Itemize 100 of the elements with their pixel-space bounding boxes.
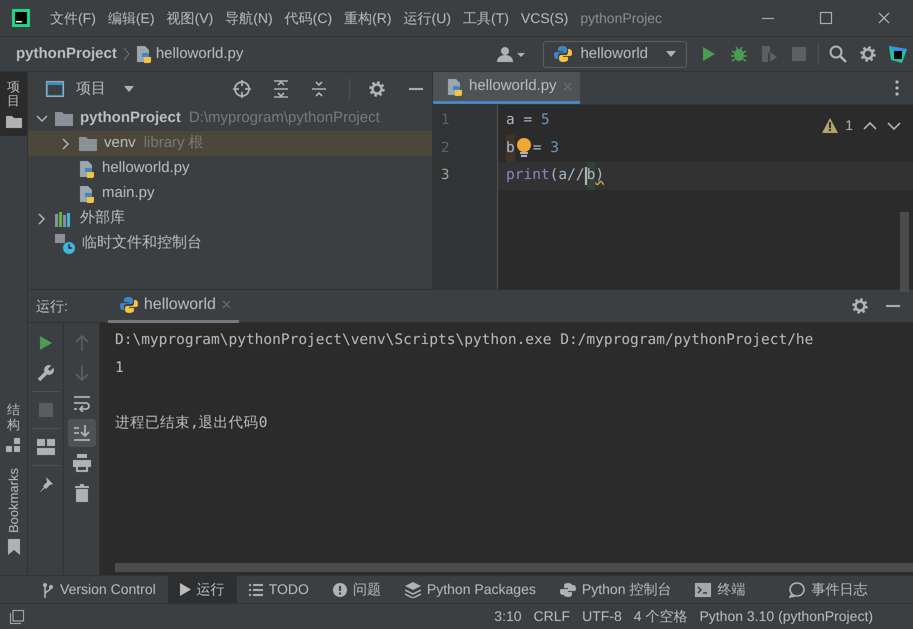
pin-icon[interactable] bbox=[36, 475, 54, 493]
toolbox-icon[interactable] bbox=[888, 44, 908, 64]
chevron-right-icon[interactable] bbox=[36, 212, 48, 224]
warning-icon[interactable] bbox=[822, 118, 838, 133]
tool-window-tab[interactable]: 结构 bbox=[0, 395, 27, 460]
menu-item[interactable]: 运行(U) bbox=[398, 8, 457, 28]
status-item[interactable]: 4 个空格 bbox=[628, 606, 694, 627]
python-file-icon bbox=[136, 45, 152, 63]
debug-icon[interactable] bbox=[730, 45, 748, 63]
menu-item[interactable]: 工具(T) bbox=[456, 8, 515, 28]
settings-icon[interactable] bbox=[859, 45, 877, 63]
tree-item[interactable]: pythonProject D:\myprogram\pythonProject bbox=[28, 106, 432, 131]
code-line: a = 5 bbox=[506, 111, 550, 130]
caret-icon bbox=[666, 51, 676, 57]
speech-bubble-icon bbox=[789, 582, 806, 598]
user-icon[interactable] bbox=[495, 45, 526, 63]
trash-icon[interactable] bbox=[74, 484, 88, 502]
warnings-indicator[interactable]: 1 bbox=[822, 115, 853, 136]
previous-icon[interactable] bbox=[863, 120, 877, 130]
status-item[interactable]: CRLF bbox=[528, 606, 576, 627]
run-icon[interactable] bbox=[38, 335, 52, 351]
tool-tab[interactable]: 终端 bbox=[683, 576, 758, 604]
locate-icon[interactable] bbox=[233, 80, 251, 98]
menu-item[interactable]: 编辑(E) bbox=[102, 8, 161, 28]
chevron-icon bbox=[122, 47, 130, 61]
bookmark-icon bbox=[6, 539, 20, 555]
tree-item[interactable]: main.py bbox=[28, 181, 432, 206]
console-line: 进程已结束,退出代码0 bbox=[115, 414, 268, 432]
tool-tab[interactable]: 问题 bbox=[320, 576, 393, 604]
panel-title[interactable]: 项目 bbox=[76, 78, 106, 100]
folder-icon bbox=[6, 114, 22, 128]
lightbulb-icon[interactable] bbox=[514, 137, 533, 160]
window-icon[interactable] bbox=[46, 81, 64, 97]
search-icon[interactable] bbox=[829, 45, 847, 63]
python-file-icon bbox=[447, 78, 463, 96]
print-icon[interactable] bbox=[72, 454, 90, 472]
app-logo-icon bbox=[12, 9, 30, 27]
tree-item[interactable]: helloworld.py bbox=[28, 156, 432, 181]
maximize-icon[interactable] bbox=[820, 12, 832, 24]
toolbar-toggle[interactable] bbox=[68, 419, 96, 447]
breadcrumb-item[interactable]: pythonProject bbox=[16, 42, 117, 66]
collapse-all-icon[interactable] bbox=[311, 80, 327, 98]
scratch-icon bbox=[55, 234, 75, 254]
more-icon[interactable] bbox=[895, 80, 899, 96]
python-file-icon bbox=[79, 184, 95, 202]
alert-icon bbox=[332, 582, 347, 596]
scroll-to-end-icon[interactable] bbox=[72, 424, 90, 442]
expand-all-icon[interactable] bbox=[273, 80, 289, 98]
play-icon bbox=[180, 583, 191, 596]
code-line: print(a//b) bbox=[506, 162, 604, 190]
close-icon[interactable] bbox=[878, 12, 890, 24]
run-configuration-dropdown[interactable]: helloworld bbox=[543, 40, 687, 68]
tool-tab[interactable]: Python Packages bbox=[392, 576, 548, 604]
menu-item[interactable]: 文件(F) bbox=[44, 8, 102, 28]
editor-tab[interactable]: helloworld.py bbox=[433, 72, 580, 104]
window-title: pythonProjec bbox=[579, 8, 664, 28]
chevron-right-icon[interactable] bbox=[60, 138, 72, 150]
soft-wrap-icon[interactable] bbox=[72, 394, 90, 412]
branch-icon bbox=[42, 582, 54, 598]
panels-icon[interactable] bbox=[10, 610, 24, 624]
tool-tab[interactable]: Version Control bbox=[30, 576, 168, 604]
status-item[interactable]: 3:10 bbox=[488, 606, 528, 627]
status-item[interactable]: Python 3.10 (pythonProject) bbox=[693, 606, 879, 627]
tree-item[interactable]: 外部库 bbox=[28, 206, 432, 231]
python-file-icon bbox=[79, 160, 95, 178]
tree-item[interactable]: 临时文件和控制台 bbox=[28, 231, 432, 256]
tool-window-tab[interactable]: 项目 bbox=[0, 72, 27, 136]
settings-icon[interactable] bbox=[368, 80, 386, 98]
terminal-icon bbox=[695, 582, 712, 596]
menu-item[interactable]: 视图(V) bbox=[160, 8, 220, 28]
folder-icon bbox=[55, 111, 73, 126]
structure-icon bbox=[6, 438, 22, 452]
scrollbar[interactable] bbox=[115, 563, 913, 572]
breadcrumb-item[interactable]: helloworld.py bbox=[156, 42, 244, 66]
menu-item[interactable]: 导航(N) bbox=[219, 8, 279, 28]
code-line: b = 3 bbox=[506, 134, 559, 162]
tool-tab[interactable]: 事件日志 bbox=[777, 576, 880, 604]
scrollbar[interactable] bbox=[900, 212, 909, 292]
settings-icon[interactable] bbox=[851, 297, 869, 315]
tool-tab[interactable]: 运行 bbox=[168, 576, 237, 604]
tree-item[interactable]: venv library 根 bbox=[28, 131, 432, 156]
list-icon bbox=[248, 584, 263, 596]
menu-item[interactable]: 重构(R) bbox=[338, 8, 398, 28]
wrench-icon[interactable] bbox=[36, 364, 54, 382]
library-icon bbox=[55, 210, 73, 226]
tool-tab[interactable]: TODO bbox=[236, 576, 321, 604]
console-line: 1 bbox=[115, 358, 125, 378]
tool-tab[interactable]: Python 控制台 bbox=[548, 576, 684, 604]
chevron-down-icon[interactable] bbox=[36, 112, 48, 124]
next-icon[interactable] bbox=[887, 120, 901, 130]
layout-icon[interactable] bbox=[36, 439, 54, 455]
menu-item[interactable]: 代码(C) bbox=[278, 8, 338, 28]
caret-icon bbox=[124, 86, 134, 92]
menu-item[interactable]: VCS(S) bbox=[514, 8, 574, 28]
python-icon bbox=[554, 45, 572, 63]
tool-window-tab[interactable]: Bookmarks bbox=[0, 460, 27, 563]
python-icon bbox=[120, 296, 138, 314]
status-item[interactable]: UTF-8 bbox=[576, 606, 628, 627]
run-icon[interactable] bbox=[702, 46, 716, 62]
run-panel-title: 运行: bbox=[36, 296, 68, 316]
